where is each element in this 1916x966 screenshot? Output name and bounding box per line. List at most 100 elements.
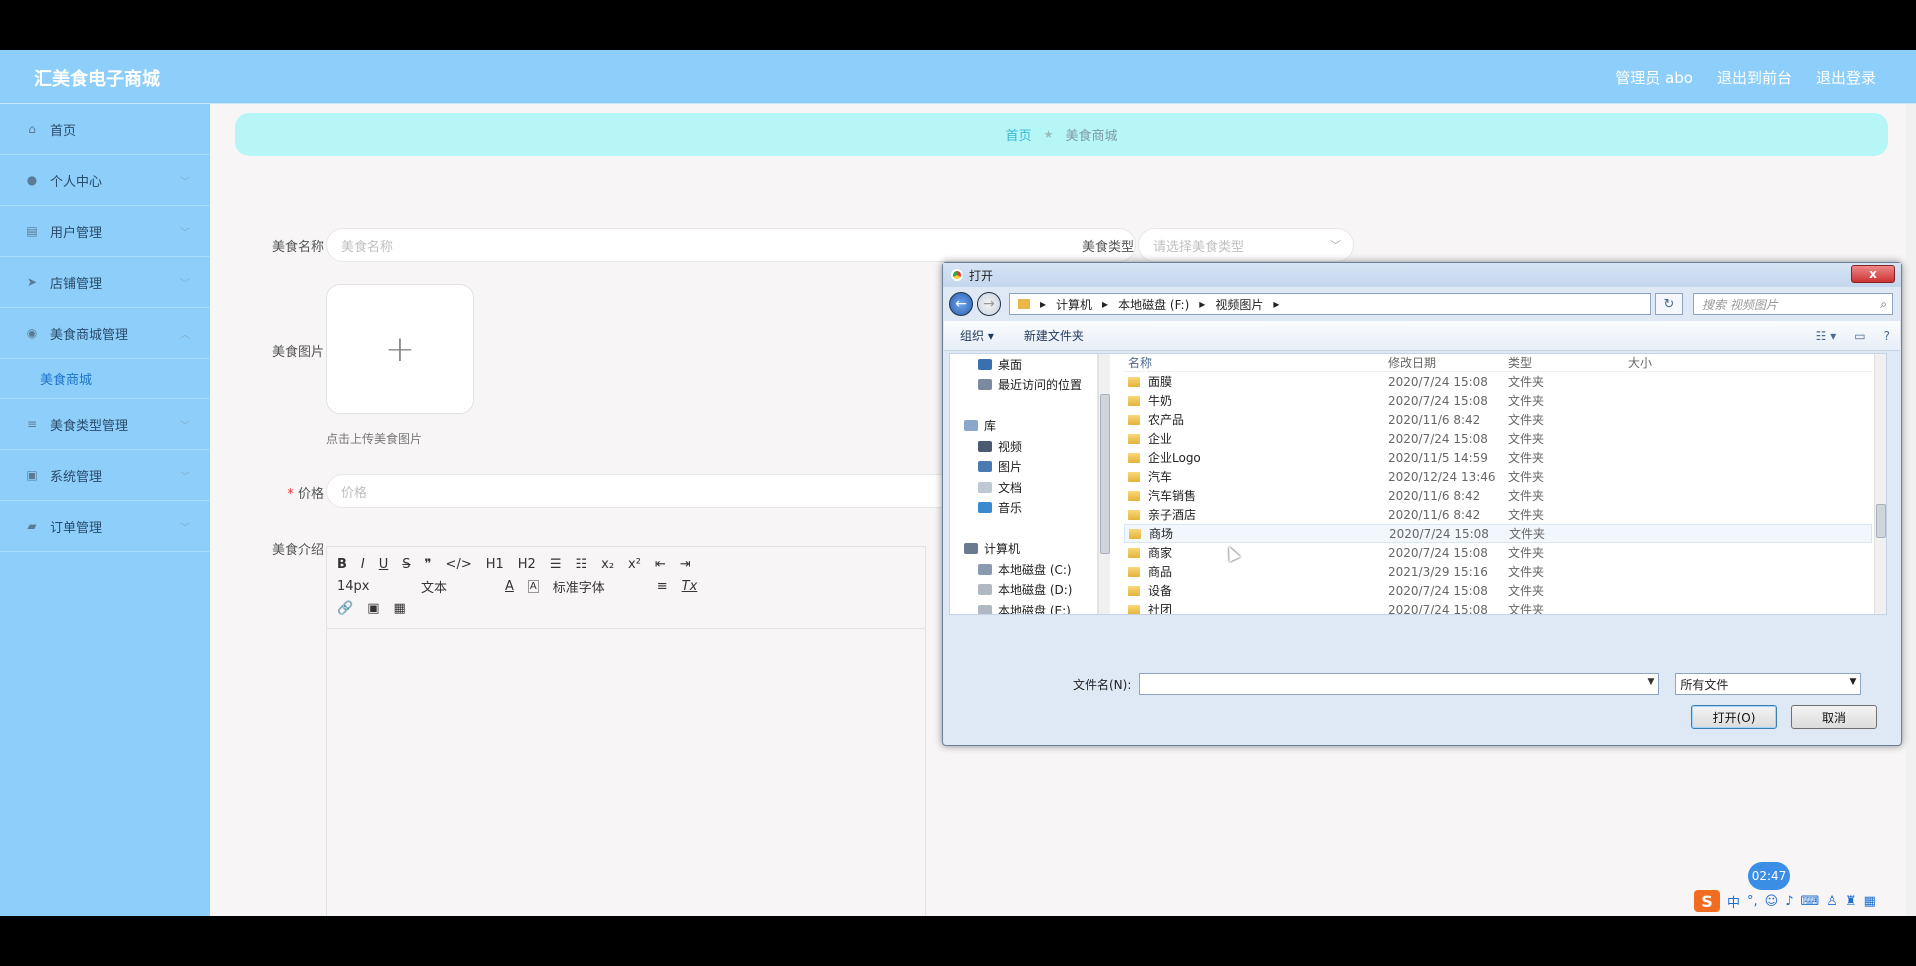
logout-link[interactable]: 退出登录 (1816, 67, 1876, 88)
file-row[interactable]: 企业 2020/7/24 15:08 文件夹 (1124, 429, 1872, 448)
file-row[interactable]: 农产品 2020/11/6 8:42 文件夹 (1124, 410, 1872, 429)
path-drive-f[interactable]: 本地磁盘 (F:) (1118, 296, 1189, 313)
new-folder-button[interactable]: 新建文件夹 (1024, 327, 1084, 344)
emoji-icon[interactable]: ☺ (1765, 894, 1779, 909)
sidebar-item-system[interactable]: ▣ 系统管理 ﹀ (0, 450, 210, 501)
page-scrollbar[interactable] (1906, 104, 1916, 916)
h1-button[interactable]: H1 (486, 557, 504, 572)
image-upload-button[interactable]: + (326, 284, 474, 414)
sidebar-item-home[interactable]: ⌂ 首页 (0, 104, 210, 155)
font-size-select[interactable]: 14px (337, 579, 407, 594)
file-row[interactable]: 社团 2020/7/24 15:08 文件夹 (1124, 600, 1872, 614)
h2-button[interactable]: H2 (518, 557, 536, 572)
nav-item[interactable]: 图片 (950, 457, 1097, 478)
back-button[interactable]: ← (949, 292, 973, 316)
food-name-input[interactable]: 美食名称 (326, 228, 1136, 262)
strike-button[interactable]: S (402, 557, 410, 572)
align-button[interactable]: ≡ (657, 579, 668, 594)
sidebar-item-profile[interactable]: ● 个人中心 ﹀ (0, 155, 210, 206)
food-type-select[interactable]: 请选择美食类型 ﹀ (1138, 228, 1354, 262)
outdent-button[interactable]: ⇤ (655, 557, 666, 572)
nav-item[interactable]: 桌面 (950, 354, 1097, 375)
file-row[interactable]: 商场 2020/7/24 15:08 文件夹 (1124, 524, 1872, 543)
column-type[interactable]: 类型 (1508, 354, 1628, 371)
refresh-button[interactable]: ↻ (1655, 293, 1683, 315)
toolbox-icon[interactable]: ▦ (1864, 894, 1876, 909)
help-icon[interactable]: ? (1884, 329, 1890, 343)
sidebar-item-shops[interactable]: ➤ 店铺管理 ﹀ (0, 257, 210, 308)
bold-button[interactable]: B (337, 557, 347, 572)
exit-to-front-link[interactable]: 退出到前台 (1717, 67, 1792, 88)
superscript-button[interactable]: x² (628, 557, 641, 572)
ordered-list-button[interactable]: ☰ (550, 557, 562, 572)
preview-pane-icon[interactable]: ▭ (1854, 329, 1865, 343)
heading-select[interactable]: 文本 (421, 577, 491, 596)
column-name[interactable]: 名称 (1124, 354, 1388, 371)
ime-language[interactable]: 中 (1727, 892, 1740, 911)
file-row[interactable]: 汽车销售 2020/11/6 8:42 文件夹 (1124, 486, 1872, 505)
sidebar-item-orders[interactable]: ▰ 订单管理 ﹀ (0, 501, 210, 552)
video-icon[interactable]: ▦ (393, 601, 405, 616)
keyboard-icon[interactable]: ⌨ (1801, 894, 1820, 909)
search-input[interactable]: 搜索 视频图片 ⌕ (1693, 293, 1893, 315)
column-date[interactable]: 修改日期 (1388, 354, 1508, 371)
filelist-scrollbar[interactable] (1874, 354, 1886, 614)
organize-button[interactable]: 组织 ▾ (960, 327, 994, 344)
sidebar-item-users[interactable]: ▤ 用户管理 ﹀ (0, 206, 210, 257)
italic-button[interactable]: I (361, 557, 365, 572)
navpane-scrollbar[interactable] (1098, 354, 1110, 614)
nav-item[interactable]: 库 (950, 416, 1097, 437)
indent-button[interactable]: ⇥ (680, 557, 691, 572)
sidebar-item-label: 首页 (50, 123, 77, 139)
clear-format-button[interactable]: Tx (682, 579, 698, 594)
underline-button[interactable]: U (379, 557, 389, 572)
skin-icon[interactable]: ♜ (1845, 894, 1857, 909)
scroll-thumb[interactable] (1100, 394, 1110, 554)
file-row[interactable]: 企业Logo 2020/11/5 14:59 文件夹 (1124, 448, 1872, 467)
nav-item[interactable]: 本地磁盘 (E:) (950, 600, 1097, 614)
nav-item[interactable]: 文档 (950, 477, 1097, 498)
file-row[interactable]: 牛奶 2020/7/24 15:08 文件夹 (1124, 391, 1872, 410)
dialog-close-button[interactable]: x (1851, 265, 1895, 283)
admin-user-link[interactable]: 管理员 abo (1615, 67, 1693, 88)
cancel-button[interactable]: 取消 (1791, 705, 1877, 729)
nav-item[interactable]: 最近访问的位置 (950, 375, 1097, 396)
file-row[interactable]: 汽车 2020/12/24 13:46 文件夹 (1124, 467, 1872, 486)
nav-item[interactable]: 本地磁盘 (D:) (950, 580, 1097, 601)
font-color-button[interactable]: A (505, 579, 514, 594)
link-icon[interactable]: 🔗 (337, 601, 353, 616)
column-size[interactable]: 大小 (1628, 354, 1708, 371)
nav-item[interactable]: 视频 (950, 436, 1097, 457)
path-video-images[interactable]: 视频图片 (1215, 296, 1263, 313)
scroll-thumb[interactable] (1876, 504, 1886, 538)
punctuation-icon[interactable]: °, (1747, 894, 1758, 909)
file-row[interactable]: 面膜 2020/7/24 15:08 文件夹 (1124, 372, 1872, 391)
nav-item[interactable]: 音乐 (950, 498, 1097, 519)
sogou-icon[interactable]: S (1694, 890, 1720, 912)
file-type-filter[interactable]: 所有文件 ▼ (1675, 673, 1862, 695)
view-mode-icon[interactable]: ☷ ▾ (1816, 329, 1837, 343)
quote-button[interactable]: ❞ (425, 557, 432, 572)
sidebar-item-food-types[interactable]: ≡ 美食类型管理 ﹀ (0, 399, 210, 450)
filename-input[interactable]: ▼ (1139, 673, 1660, 695)
breadcrumb-home[interactable]: 首页 (1006, 125, 1032, 144)
address-bar[interactable]: ▸ 计算机 ▸ 本地磁盘 (F:) ▸ 视频图片 ▸ (1009, 293, 1651, 315)
background-color-button[interactable]: A (527, 579, 539, 593)
file-row[interactable]: 商品 2021/3/29 15:16 文件夹 (1124, 562, 1872, 581)
bullet-list-button[interactable]: ☷ (575, 557, 587, 572)
subscript-button[interactable]: x₂ (601, 557, 614, 572)
file-row[interactable]: 亲子酒店 2020/11/6 8:42 文件夹 (1124, 505, 1872, 524)
path-computer[interactable]: 计算机 (1056, 296, 1092, 313)
file-row[interactable]: 设备 2020/7/24 15:08 文件夹 (1124, 581, 1872, 600)
sidebar-item-food-mall[interactable]: ◉ 美食商城管理 ︿ (0, 308, 210, 359)
microphone-icon[interactable]: ♪ (1785, 894, 1793, 909)
forward-button[interactable]: → (977, 292, 1001, 316)
code-button[interactable]: </> (446, 557, 472, 572)
open-button[interactable]: 打开(O) (1691, 705, 1777, 729)
nav-item[interactable]: 计算机 (950, 539, 1097, 560)
font-family-select[interactable]: 标准字体 (553, 577, 643, 596)
sidebar-subitem-food-mall[interactable]: 美食商城 (0, 359, 210, 399)
nav-item[interactable]: 本地磁盘 (C:) (950, 559, 1097, 580)
image-icon[interactable]: ▣ (367, 601, 379, 616)
user-icon[interactable]: ♙ (1826, 894, 1838, 909)
